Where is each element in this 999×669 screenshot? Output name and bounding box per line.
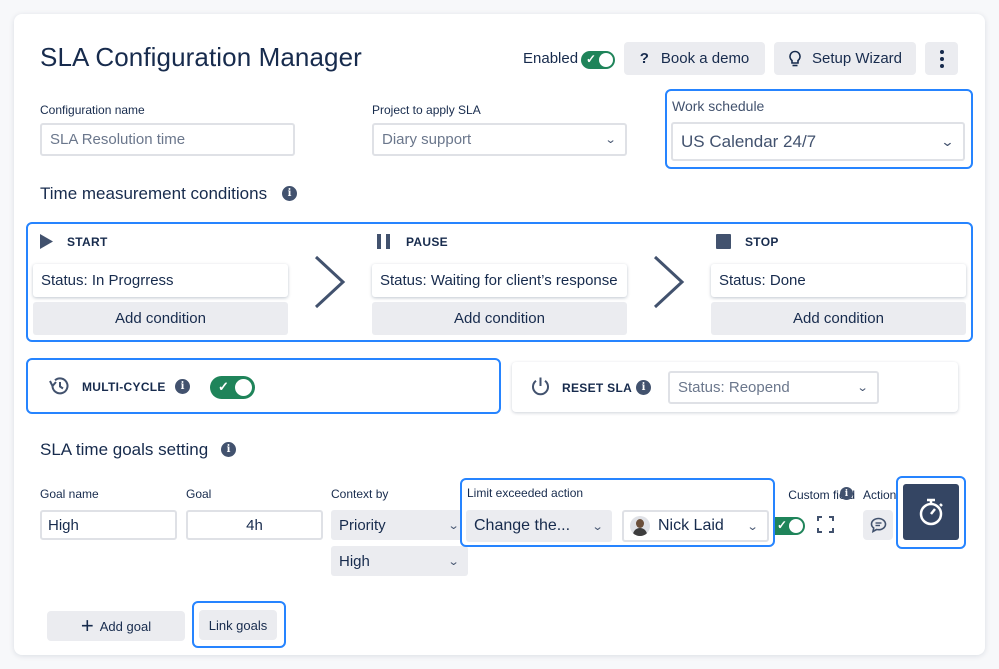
time-conditions-title: Time measurement conditions [40,184,268,203]
sla-config-card: SLA Configuration Manager Enabled ✓ ? Bo… [14,14,985,655]
more-vertical-icon [939,49,944,68]
chevron-down-icon: ⌄ [604,134,617,146]
work-schedule-select[interactable]: US Calendar 24/7 ⌄ [671,122,965,161]
chevron-down-icon: ⌄ [940,133,955,149]
stopwatch-icon [919,498,943,526]
pause-icon [377,234,390,249]
info-icon[interactable]: i [221,442,236,457]
arrow-right-icon [653,255,685,309]
context-select[interactable]: Priority ⌄ [331,510,468,540]
configuration-name-input[interactable]: SLA Resolution time [40,123,295,156]
goal-input[interactable]: 4h [186,510,323,540]
question-icon: ? [639,50,649,67]
chevron-down-icon: ⌄ [447,555,460,568]
more-options-button[interactable] [925,42,958,75]
reset-sla-select[interactable]: Status: Reopend ⌄ [668,371,879,404]
arrow-right-icon [314,255,346,309]
work-schedule-label: Work schedule [672,98,765,114]
limit-action-select[interactable]: Change the... ⌄ [466,510,612,542]
check-icon: ✓ [777,518,788,532]
sla-goals-title: SLA time goals setting [40,440,209,459]
chevron-down-icon: ⌄ [591,520,604,533]
info-icon[interactable]: i [840,487,853,500]
limit-exceeded-label: Limit exceeded action [467,486,584,500]
stop-status-condition[interactable]: Status: Done [711,264,966,297]
stop-label: STOP [745,235,779,249]
goal-name-label: Goal name [40,487,99,501]
context-value-select[interactable]: High ⌄ [331,546,468,576]
info-icon[interactable]: i [282,186,297,201]
timer-button[interactable] [903,484,959,540]
page-title: SLA Configuration Manager [40,42,362,72]
info-icon[interactable]: i [175,379,190,394]
comment-action-button[interactable] [863,510,893,540]
stop-icon [716,234,731,249]
comment-icon [870,517,886,533]
configuration-name-label: Configuration name [40,103,145,117]
plus-icon: + [80,613,94,638]
actions-label: Actions [863,488,897,502]
chevron-down-icon: ⌄ [746,520,759,533]
info-icon[interactable]: i [636,380,651,395]
book-demo-button[interactable]: ? Book a demo [624,42,765,75]
power-icon [532,377,549,396]
reset-sla-label: RESET SLA [562,381,633,395]
setup-wizard-button[interactable]: Setup Wizard [774,42,916,75]
context-label: Context by [331,487,389,501]
enabled-toggle[interactable]: ✓ [581,51,615,69]
project-label: Project to apply SLA [372,103,481,117]
start-add-condition-button[interactable]: Add condition [33,302,288,335]
limit-user-select[interactable]: Nick Laid ⌄ [622,510,769,542]
custom-field-toggle[interactable]: ✓ [775,517,805,535]
user-avatar [630,516,650,536]
start-label: START [67,235,108,249]
pause-add-condition-button[interactable]: Add condition [372,302,627,335]
play-icon [40,234,53,249]
check-icon: ✓ [218,379,229,394]
chevron-down-icon: ⌄ [856,382,869,394]
lightbulb-icon [789,50,801,66]
expand-icon[interactable] [817,516,834,533]
history-icon [49,377,69,395]
add-goal-button[interactable]: + Add goal [47,611,185,641]
goal-name-input[interactable]: High [40,510,177,540]
pause-status-condition[interactable]: Status: Waiting for client’s response [372,264,627,297]
enabled-label: Enabled [523,50,579,67]
pause-label: PAUSE [406,235,448,249]
link-goals-button[interactable]: Link goals [199,610,277,640]
chevron-down-icon: ⌄ [447,519,460,532]
start-status-condition[interactable]: Status: In Progrress [33,264,288,297]
multi-cycle-label: MULTI-CYCLE [82,380,166,394]
goal-label: Goal [186,487,212,501]
stop-add-condition-button[interactable]: Add condition [711,302,966,335]
project-select[interactable]: Diary support ⌄ [372,123,627,156]
check-icon: ✓ [586,52,597,66]
multi-cycle-toggle[interactable]: ✓ [210,376,255,399]
